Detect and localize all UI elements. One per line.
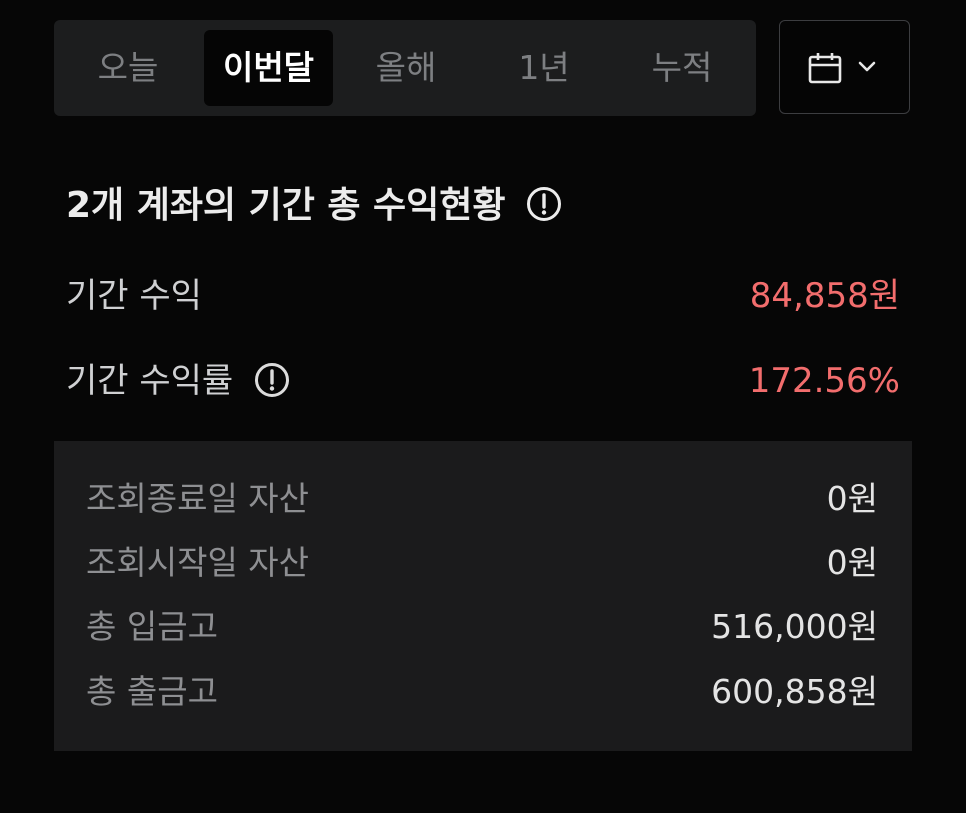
info-icon[interactable] (526, 186, 562, 222)
period-tabs: 오늘 이번달 올해 1년 누적 (54, 20, 756, 116)
detail-panel: 조회종료일 자산 0원 조회시작일 자산 0원 총 입금고 516,000원 총… (54, 441, 912, 751)
period-return-value: 172.56% (748, 361, 900, 401)
section-title: 2개 계좌의 기간 총 수익현황 (66, 178, 562, 234)
period-return-label-row: 기간 수익률 (66, 355, 290, 407)
section-title-text: 2개 계좌의 기간 총 수익현황 (66, 185, 506, 226)
chevron-down-icon (858, 61, 876, 72)
tab-cumulative[interactable]: 누적 (614, 30, 750, 106)
period-profit-label: 기간 수익 (66, 276, 202, 316)
tab-this-year[interactable]: 올해 (338, 30, 474, 106)
tab-one-year[interactable]: 1년 (476, 30, 612, 106)
profit-summary-page: 오늘 이번달 올해 1년 누적 2개 계좌의 기간 총 수익현황 기간 수익 8… (0, 0, 966, 813)
calendar-button[interactable] (779, 20, 910, 114)
total-deposit-value: 516,000원 (711, 607, 878, 646)
info-icon[interactable] (254, 362, 290, 398)
period-return-label: 기간 수익률 (66, 361, 234, 401)
end-date-assets-label: 조회종료일 자산 (86, 479, 310, 518)
start-date-assets-value: 0원 (826, 543, 878, 582)
total-withdrawal-value: 600,858원 (711, 672, 878, 711)
tab-this-month[interactable]: 이번달 (204, 30, 333, 106)
total-withdrawal-label: 총 출금고 (86, 672, 218, 711)
total-deposit-label: 총 입금고 (86, 607, 218, 646)
end-date-assets-value: 0원 (826, 479, 878, 518)
tab-today[interactable]: 오늘 (60, 30, 196, 106)
calendar-icon (808, 53, 842, 84)
period-profit-value: 84,858원 (749, 276, 900, 316)
start-date-assets-label: 조회시작일 자산 (86, 543, 310, 582)
